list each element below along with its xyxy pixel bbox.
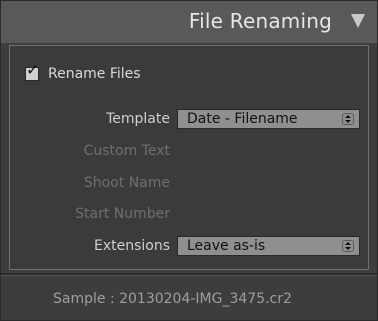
divider [1,273,377,276]
select-arrows-icon [342,113,354,125]
panel-title: File Renaming [188,9,332,33]
extensions-select-value: Leave as-is [187,238,266,254]
extensions-label: Extensions [93,238,170,254]
custom-text-label: Custom Text [83,143,170,159]
rename-files-checkbox[interactable]: ✓ [25,62,39,81]
extensions-select[interactable]: Leave as-is [177,236,360,256]
file-renaming-panel: File Renaming ✓ Rename Files Template Da… [0,0,378,321]
rename-files-option[interactable]: ✓ Rename Files [25,62,141,84]
template-label: Template [106,111,170,127]
panel-header[interactable]: File Renaming [1,1,377,43]
renaming-options: ✓ Rename Files Template Date - Filename … [9,45,369,270]
start-number-label: Start Number [75,206,170,222]
select-arrows-icon [342,240,354,252]
template-select[interactable]: Date - Filename [177,109,360,129]
template-select-value: Date - Filename [187,111,298,127]
shoot-name-label: Shoot Name [83,175,170,191]
triangle-down-icon[interactable] [351,14,365,28]
checkmark-icon: ✓ [26,60,40,79]
rename-files-label: Rename Files [48,66,141,82]
sample-filename: Sample : 20130204-IMG_3475.cr2 [53,291,292,307]
